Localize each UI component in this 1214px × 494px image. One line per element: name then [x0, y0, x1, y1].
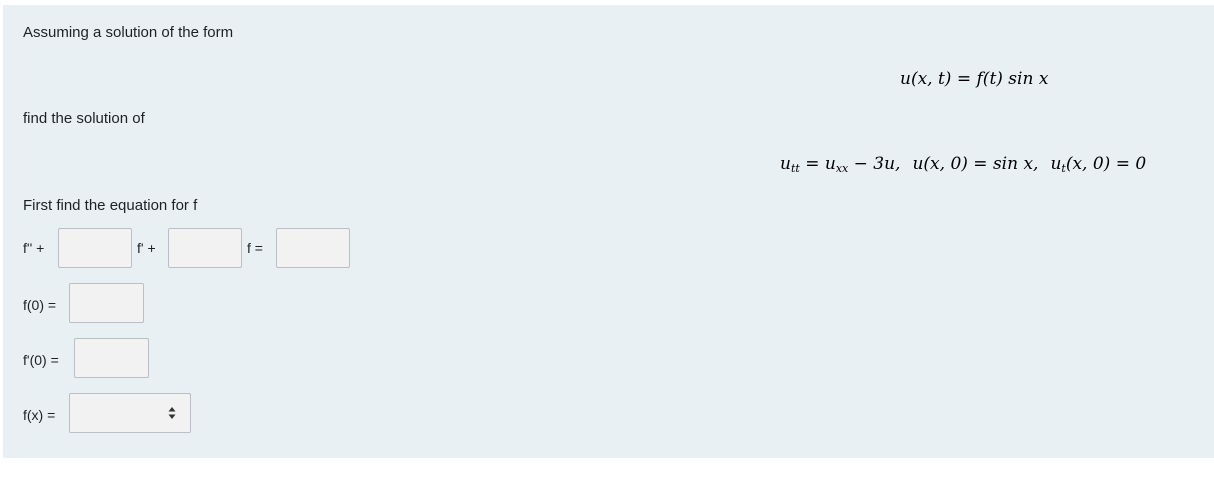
- pde-sub-xx: xx: [835, 162, 849, 175]
- pde-initial-condition-2: (x, 0) = 0: [1065, 154, 1147, 174]
- f0-input[interactable]: [69, 283, 144, 323]
- f-coefficient-input[interactable]: [276, 228, 350, 268]
- fp0-input[interactable]: [74, 338, 149, 378]
- solution-form-equation: u(x, t) = f(t) sin x: [900, 68, 1048, 90]
- fp0-label: f'(0) =: [23, 352, 59, 368]
- first-find-text: First find the equation for f: [23, 197, 198, 214]
- f-label: f =: [247, 240, 263, 256]
- find-text: find the solution of: [23, 110, 145, 127]
- pde-ic2-u: u: [1050, 154, 1062, 174]
- pde-u: u: [780, 154, 791, 174]
- question-panel: Assuming a solution of the form u(x, t) …: [3, 5, 1214, 458]
- fp-coefficient-input[interactable]: [168, 228, 242, 268]
- solution-form-lhs: u(x, t): [900, 69, 952, 89]
- fx-label: f(x) =: [23, 407, 56, 423]
- f0-label: f(0) =: [23, 297, 57, 313]
- pde-sub-tt: tt: [790, 162, 800, 175]
- fp-label: f' +: [137, 240, 156, 256]
- intro-text: Assuming a solution of the form: [23, 24, 234, 41]
- pde-rhs-rest: − 3u,: [848, 154, 901, 174]
- solution-form-equals: =: [956, 69, 972, 89]
- up-down-arrows-icon: [168, 407, 176, 419]
- pde-rhs-u: = u: [799, 154, 836, 174]
- pde-equation: utt = uxx − 3u, u(x, 0) = sin x, ut(x, 0) …: [780, 153, 1146, 180]
- fpp-coefficient-input[interactable]: [58, 228, 132, 268]
- pde-initial-condition-1: u(x, 0) = sin x,: [912, 154, 1039, 174]
- solution-form-rhs: f(t) sin x: [976, 69, 1049, 89]
- fpp-label: f'' +: [23, 240, 45, 256]
- fx-select[interactable]: [69, 393, 191, 433]
